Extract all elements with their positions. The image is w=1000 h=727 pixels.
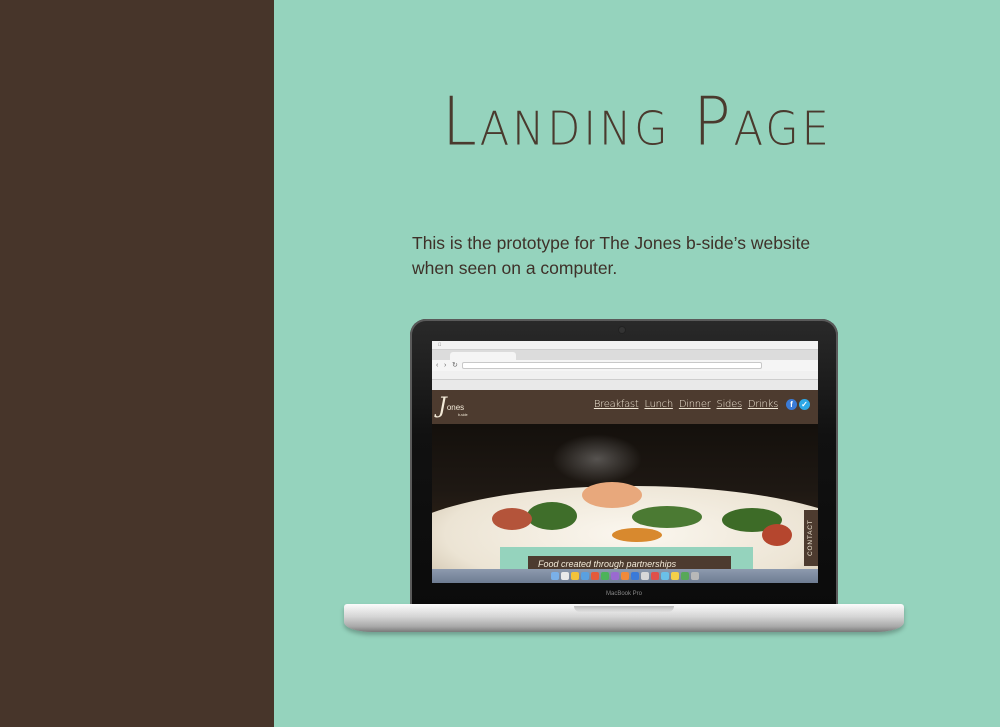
back-icon[interactable]: ‹ [436,361,438,370]
laptop-model-label: MacBook Pro [605,591,642,597]
app-icon[interactable] [571,572,579,580]
app-icon[interactable] [591,572,599,580]
url-bar[interactable] [462,362,762,369]
carrot-graphic [612,528,662,542]
app-icon[interactable] [631,572,639,580]
laptop-screen:  ‹ › ↻ Jones b-side Breakfast Lunch Din… [432,341,818,583]
page-description: This is the prototype for The Jones b-si… [412,233,811,278]
social-links: f ✓ [786,399,810,410]
twitter-icon[interactable]: ✓ [799,399,810,410]
app-icon[interactable] [661,572,669,580]
app-icon[interactable] [641,572,649,580]
bookmarks-bar [432,371,818,380]
laptop-screen-bezel:  ‹ › ↻ Jones b-side Breakfast Lunch Din… [410,319,838,609]
os-dock [432,569,818,583]
contact-tab[interactable]: CONTACT [804,510,818,566]
site-nav: Breakfast Lunch Dinner Sides Drinks [594,399,778,410]
app-icon[interactable] [671,572,679,580]
app-icon[interactable] [601,572,609,580]
reload-icon[interactable]: ↻ [452,361,458,370]
app-icon[interactable] [581,572,589,580]
site-header: Jones b-side Breakfast Lunch Dinner Side… [432,390,818,424]
app-icon[interactable] [621,572,629,580]
browser-tab[interactable] [450,352,516,360]
browser-tab-bar [432,350,818,360]
nav-breakfast[interactable]: Breakfast [594,399,639,410]
laptop-base [344,604,904,632]
camera-icon [619,327,625,333]
app-icon[interactable] [561,572,569,580]
trash-icon[interactable] [691,572,699,580]
nav-lunch[interactable]: Lunch [644,399,673,410]
lid-notch [574,606,674,612]
browser-toolbar: ‹ › ↻ [432,360,818,371]
finder-icon[interactable] [551,572,559,580]
tomato-graphic [492,508,532,530]
page-title: Landing Page [442,82,832,161]
steam-graphic [552,434,642,484]
nav-drinks[interactable]: Drinks [748,399,778,410]
left-sidebar-panel [0,0,274,727]
logo-letter: J [438,394,447,419]
forward-icon[interactable]: › [444,361,446,370]
logo-text: ones [446,403,465,412]
facebook-icon[interactable]: f [786,399,797,410]
nav-dinner[interactable]: Dinner [679,399,711,410]
app-icon[interactable] [651,572,659,580]
shrimp-graphic [582,482,642,508]
app-icon[interactable] [611,572,619,580]
os-menu-bar:  [432,341,818,350]
app-icon[interactable] [681,572,689,580]
site-logo[interactable]: Jones b-side [438,393,468,421]
broccoli-graphic [527,502,577,530]
nav-sides[interactable]: Sides [717,399,743,410]
greens-graphic [632,506,702,528]
pepper-graphic [762,524,792,546]
logo-subtitle: b-side [458,413,468,417]
